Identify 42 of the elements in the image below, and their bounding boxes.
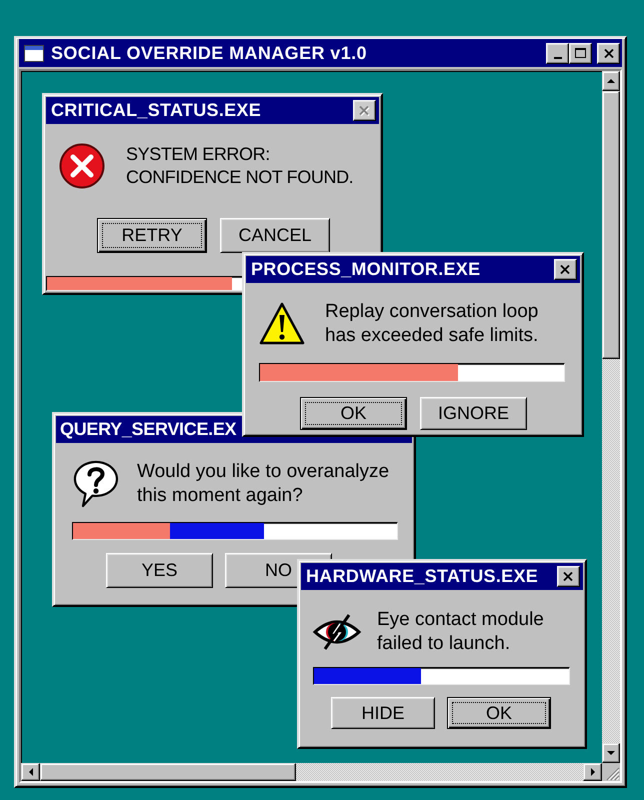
dialog-title: CRITICAL_STATUS.EXE (51, 100, 262, 121)
close-button[interactable] (557, 566, 580, 587)
maximize-icon (575, 48, 586, 58)
scroll-up-button[interactable] (602, 71, 620, 91)
minimize-button[interactable] (546, 42, 569, 64)
window-icon (24, 44, 44, 62)
eye-slash-icon (312, 612, 362, 652)
close-icon (604, 48, 614, 58)
right-arrow-icon (590, 768, 594, 776)
dialog-message: SYSTEM ERROR: CONFIDENCE NOT FOUND. (126, 143, 354, 189)
close-icon (563, 572, 574, 582)
dialog-button[interactable]: RETRY (97, 218, 207, 253)
scroll-thumb[interactable] (602, 91, 620, 359)
dialog-button[interactable]: HIDE (331, 697, 435, 729)
error-icon (59, 143, 105, 189)
dialog-button[interactable]: IGNORE (420, 397, 527, 430)
dialog-button[interactable]: OK (300, 397, 407, 430)
minimize-icon (554, 56, 562, 58)
close-button[interactable] (554, 259, 577, 280)
left-arrow-icon (28, 768, 32, 776)
dialog-message: Eye contact module failed to launch. (377, 608, 544, 656)
close-icon (359, 106, 370, 116)
dialog-button[interactable]: OK (447, 697, 551, 729)
up-arrow-icon (607, 79, 615, 83)
close-icon (560, 264, 571, 274)
scroll-right-button[interactable] (583, 763, 602, 781)
warning-icon (259, 301, 305, 347)
dialog-message: Would you like to overanalyze this moment again? (137, 460, 390, 508)
scroll-down-button[interactable] (602, 743, 620, 763)
dialog-message: Replay conversation loop has exceeded safe limits. (325, 300, 538, 348)
dialog-button[interactable]: CANCEL (220, 218, 330, 253)
dialog-title: QUERY_SERVICE.EX (60, 419, 236, 440)
dialog-title: PROCESS_MONITOR.EXE (251, 259, 480, 280)
scroll-left-button[interactable] (21, 763, 40, 781)
scroll-thumb[interactable] (40, 763, 296, 781)
window-title: SOCIAL OVERRIDE MANAGER v1.0 (51, 42, 367, 64)
dialog-button[interactable]: YES (106, 553, 213, 588)
question-icon (72, 460, 120, 508)
maximize-button[interactable] (569, 42, 592, 64)
close-button[interactable] (597, 42, 620, 64)
resize-grip-icon[interactable] (602, 763, 620, 781)
down-arrow-icon (607, 751, 615, 755)
